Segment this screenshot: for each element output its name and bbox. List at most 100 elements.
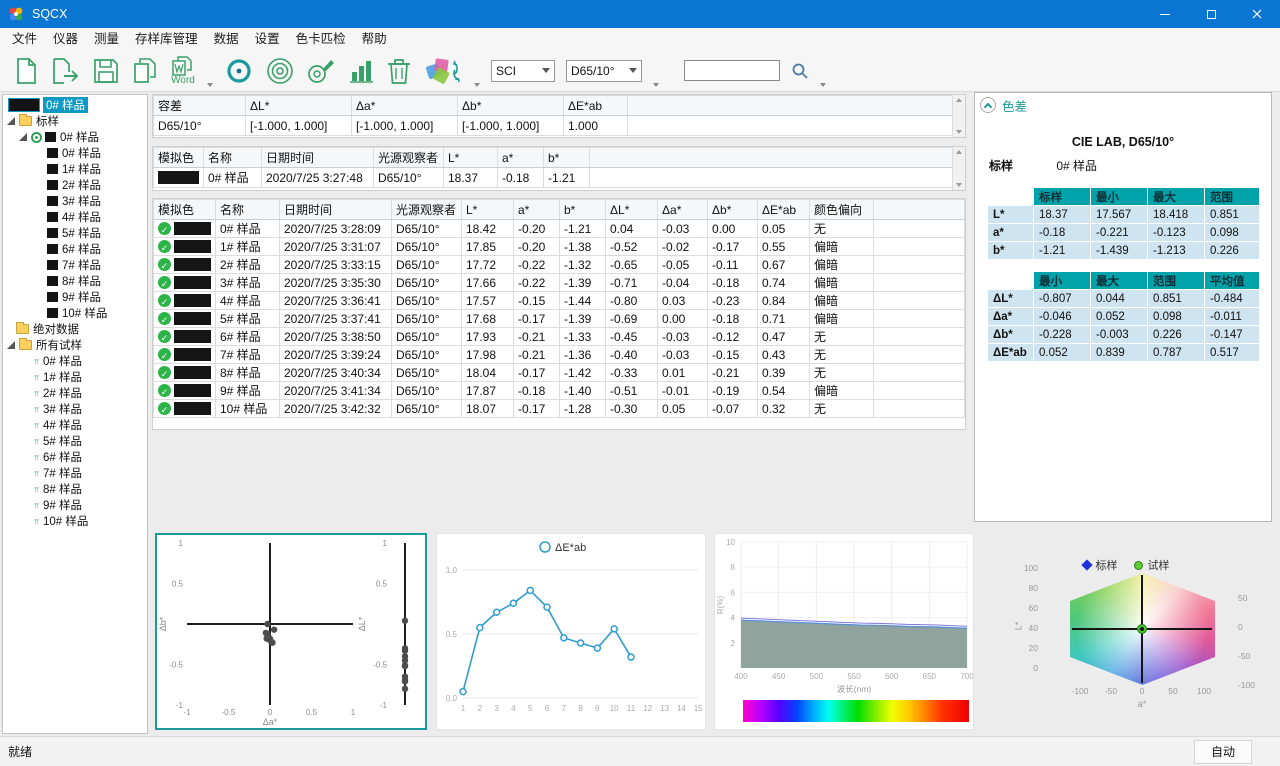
minimize-button[interactable]: [1142, 0, 1188, 28]
menu-item-measure[interactable]: 测量: [86, 28, 127, 50]
tree-item-standard-sample-0[interactable]: 0# 样品: [3, 145, 147, 161]
tree-item-standard-sample-5[interactable]: 5# 样品: [3, 225, 147, 241]
tree-folder-absolute-data[interactable]: 绝对数据: [3, 321, 147, 337]
column-header[interactable]: Δa*: [658, 200, 708, 220]
column-header[interactable]: ΔL*: [606, 200, 658, 220]
illuminant-observer-select[interactable]: D65/10°: [566, 60, 642, 82]
auto-mode-button[interactable]: 自动: [1194, 740, 1252, 764]
collapse-button[interactable]: [980, 97, 996, 113]
sample-row-9[interactable]: 9# 样品2020/7/25 3:41:34D65/10°17.87-0.18-…: [154, 382, 965, 400]
tree-item-trial-sample-3[interactable]: 3# 样品: [3, 401, 147, 417]
column-header[interactable]: b*: [560, 200, 606, 220]
column-header[interactable]: 名称: [204, 148, 262, 168]
menu-item-color-card-check[interactable]: 色卡匹检: [288, 28, 354, 50]
tree-item-trial-sample-1[interactable]: 1# 样品: [3, 369, 147, 385]
tree-item-standard-sample-6[interactable]: 6# 样品: [3, 241, 147, 257]
search-input[interactable]: [684, 60, 780, 81]
sci-mode-select[interactable]: SCI: [491, 60, 555, 82]
tree-item-standard-sample-10[interactable]: 10# 样品: [3, 305, 147, 321]
column-header[interactable]: L*: [462, 200, 514, 220]
sample-row-4[interactable]: 4# 样品2020/7/25 3:36:41D65/10°17.57-0.15-…: [154, 292, 965, 310]
column-header[interactable]: 容差: [154, 96, 246, 116]
black-calibration-button[interactable]: [224, 53, 254, 89]
column-header[interactable]: a*: [498, 148, 544, 168]
column-header[interactable]: ΔE*ab: [564, 96, 628, 116]
column-header[interactable]: L*: [444, 148, 498, 168]
standard-scrollbar[interactable]: [952, 147, 965, 190]
column-header[interactable]: 模拟色: [154, 200, 216, 220]
standard-row[interactable]: 0# 样品2020/7/25 3:27:48D65/10°18.37-0.18-…: [154, 168, 965, 188]
toolbar-overflow-chevron-icon[interactable]: [820, 83, 826, 87]
tree-item-standard-sample-2[interactable]: 2# 样品: [3, 177, 147, 193]
tree-item-standard-root[interactable]: 0# 样品: [3, 129, 147, 145]
column-header[interactable]: a*: [514, 200, 560, 220]
tree-item-standard-sample-3[interactable]: 3# 样品: [3, 193, 147, 209]
lab-gamut-panel[interactable]: 标样试样100806040200-100-50050100500-50-100L…: [980, 533, 1272, 733]
tree-folder-standard[interactable]: 标样: [3, 113, 147, 129]
sample-row-3[interactable]: 3# 样品2020/7/25 3:35:30D65/10°17.66-0.22-…: [154, 274, 965, 292]
chart-button[interactable]: [347, 53, 375, 89]
column-header[interactable]: Δb*: [458, 96, 564, 116]
menu-item-instrument[interactable]: 仪器: [45, 28, 86, 50]
maximize-button[interactable]: [1188, 0, 1234, 28]
column-header[interactable]: 光源观察者: [374, 148, 444, 168]
menu-item-file[interactable]: 文件: [4, 28, 45, 50]
sample-row-6[interactable]: 6# 样品2020/7/25 3:38:50D65/10°17.93-0.21-…: [154, 328, 965, 346]
scatter-chart-panel[interactable]: 10.5-0.5-1-1-0.500.51Δb*Δa*ΔL*10.5-0.5-1: [155, 533, 427, 730]
toolbar-overflow-chevron-icon[interactable]: [207, 83, 213, 87]
tree-item-trial-sample-2[interactable]: 2# 样品: [3, 385, 147, 401]
tree-item-standard-sample-1[interactable]: 1# 样品: [3, 161, 147, 177]
delete-button[interactable]: [386, 53, 412, 89]
toolbar-overflow-chevron-icon[interactable]: [653, 83, 659, 87]
new-document-button[interactable]: [14, 53, 40, 89]
tree-item-trial-sample-6[interactable]: 6# 样品: [3, 449, 147, 465]
tree-item-trial-sample-8[interactable]: 8# 样品: [3, 481, 147, 497]
export-word-button[interactable]: Word: [170, 53, 196, 89]
copy-button[interactable]: [131, 53, 159, 89]
tree-item-trial-sample-10[interactable]: 10# 样品: [3, 513, 147, 529]
close-button[interactable]: [1234, 0, 1280, 28]
column-header[interactable]: 颜色偏向: [810, 200, 874, 220]
export-button[interactable]: [51, 53, 81, 89]
tolerance-row[interactable]: D65/10°[-1.000, 1.000][-1.000, 1.000][-1…: [154, 116, 965, 136]
column-header[interactable]: ΔL*: [246, 96, 352, 116]
search-button[interactable]: [791, 53, 809, 89]
tree-folder-all-samples[interactable]: 所有试样: [3, 337, 147, 353]
delta-e-chart-panel[interactable]: ΔE*ab0.00.51.0123456789101112131415: [436, 533, 706, 730]
tree-item-trial-sample-5[interactable]: 5# 样品: [3, 433, 147, 449]
menu-item-help[interactable]: 帮助: [354, 28, 395, 50]
color-simulation-button[interactable]: [423, 53, 463, 89]
white-calibration-button[interactable]: [265, 53, 295, 89]
sample-row-7[interactable]: 7# 样品2020/7/25 3:39:24D65/10°17.98-0.21-…: [154, 346, 965, 364]
column-header[interactable]: 日期时间: [280, 200, 392, 220]
tree-item-trial-sample-9[interactable]: 9# 样品: [3, 497, 147, 513]
menu-item-settings[interactable]: 设置: [247, 28, 288, 50]
tree-item-standard-sample-9[interactable]: 9# 样品: [3, 289, 147, 305]
spectrum-chart-panel[interactable]: 400450500550600650700246810R(%)波长(nm): [714, 533, 974, 730]
menu-item-data[interactable]: 数据: [206, 28, 247, 50]
column-header[interactable]: Δb*: [708, 200, 758, 220]
save-button[interactable]: [92, 53, 120, 89]
column-header[interactable]: Δa*: [352, 96, 458, 116]
tree-item-trial-sample-4[interactable]: 4# 样品: [3, 417, 147, 433]
sample-row-8[interactable]: 8# 样品2020/7/25 3:40:34D65/10°18.04-0.17-…: [154, 364, 965, 382]
sample-row-10[interactable]: 10# 样品2020/7/25 3:42:32D65/10°18.07-0.17…: [154, 400, 965, 418]
tree-item-standard-sample-7[interactable]: 7# 样品: [3, 257, 147, 273]
column-header[interactable]: b*: [544, 148, 590, 168]
column-header[interactable]: 模拟色: [154, 148, 204, 168]
tree-item-standard-sample-8[interactable]: 8# 样品: [3, 273, 147, 289]
column-header[interactable]: 名称: [216, 200, 280, 220]
sample-row-0[interactable]: 0# 样品2020/7/25 3:28:09D65/10°18.42-0.20-…: [154, 220, 965, 238]
sample-row-5[interactable]: 5# 样品2020/7/25 3:37:41D65/10°17.68-0.17-…: [154, 310, 965, 328]
column-header[interactable]: ΔE*ab: [758, 200, 810, 220]
menu-item-sample-library[interactable]: 存样库管理: [127, 28, 206, 50]
measure-button[interactable]: [306, 53, 336, 89]
tree-item-current-sample[interactable]: 0# 样品: [3, 97, 147, 113]
sample-row-2[interactable]: 2# 样品2020/7/25 3:33:15D65/10°17.72-0.22-…: [154, 256, 965, 274]
tree-item-trial-sample-7[interactable]: 7# 样品: [3, 465, 147, 481]
tree-item-standard-sample-4[interactable]: 4# 样品: [3, 209, 147, 225]
column-header[interactable]: 光源观察者: [392, 200, 462, 220]
sample-row-1[interactable]: 1# 样品2020/7/25 3:31:07D65/10°17.85-0.20-…: [154, 238, 965, 256]
toolbar-overflow-chevron-icon[interactable]: [474, 83, 480, 87]
tree-item-trial-sample-0[interactable]: 0# 样品: [3, 353, 147, 369]
